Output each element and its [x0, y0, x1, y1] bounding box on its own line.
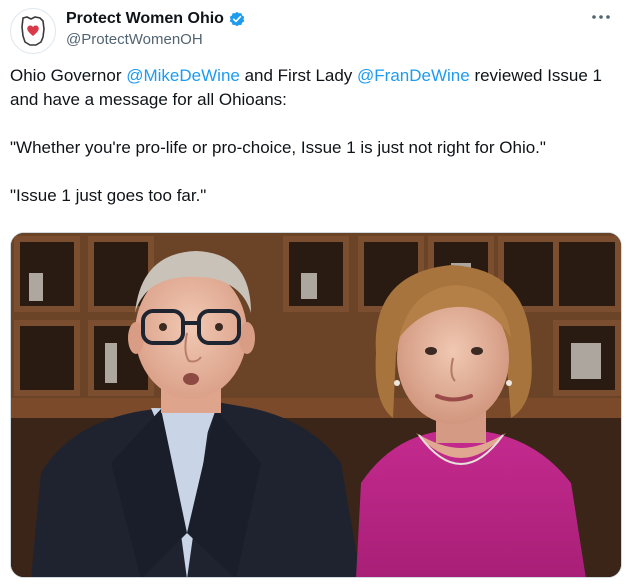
video-thumbnail	[11, 233, 621, 577]
text-segment: Ohio Governor	[10, 66, 127, 85]
ohio-heart-logo-icon	[21, 16, 45, 46]
mention-link-frandewine[interactable]: @FranDeWine	[357, 66, 470, 85]
tweet-paragraph: Ohio Governor @MikeDeWine and First Lady…	[10, 64, 620, 112]
more-horizontal-icon	[592, 15, 610, 19]
quote-paragraph-2: "Issue 1 just goes too far."	[10, 186, 207, 205]
display-name[interactable]: Protect Women Ohio	[66, 10, 224, 28]
author-name-row: Protect Women Ohio	[66, 8, 246, 30]
text-segment: and First Lady	[239, 66, 358, 85]
tweet-card: Protect Women Ohio @ProtectWomenOH Ohio …	[0, 0, 630, 587]
media-image[interactable]	[10, 232, 622, 578]
verified-badge-icon	[228, 10, 246, 28]
more-options-button[interactable]	[586, 6, 616, 28]
tweet-text: Ohio Governor @MikeDeWine and First Lady…	[10, 64, 620, 208]
quote-paragraph-1: "Whether you're pro-life or pro-choice, …	[10, 138, 546, 157]
handle[interactable]: @ProtectWomenOH	[66, 31, 203, 48]
avatar[interactable]	[10, 8, 56, 54]
mention-link-mikedewine[interactable]: @MikeDeWine	[126, 66, 240, 85]
